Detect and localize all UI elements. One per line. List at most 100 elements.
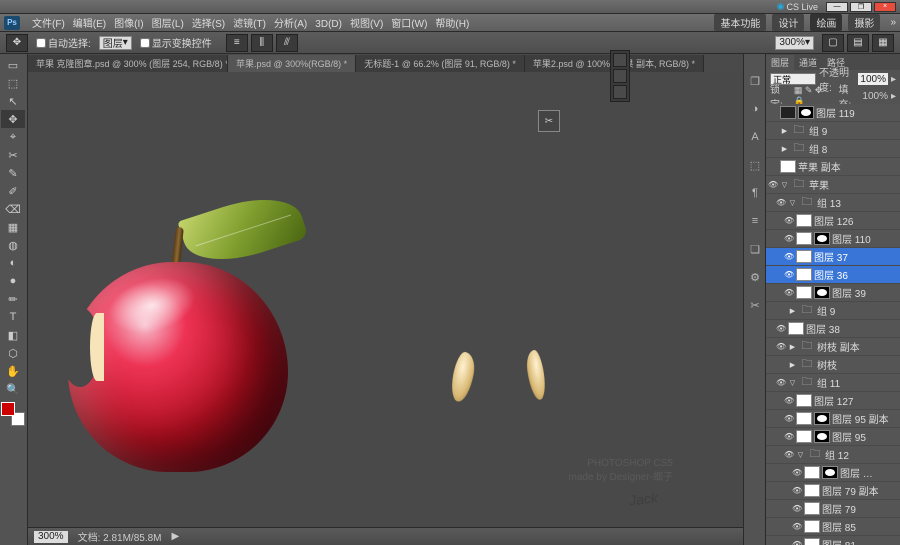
visibility-toggle[interactable]: 👁 (776, 378, 786, 387)
panel-tab[interactable]: 通道 (794, 55, 822, 70)
layer-thumbnail[interactable] (796, 412, 812, 425)
mask-thumbnail[interactable] (798, 106, 814, 119)
visibility-toggle[interactable]: 👁 (792, 540, 802, 545)
tool-button[interactable]: ↖ (1, 92, 25, 110)
layer-name[interactable]: 苹果 (809, 177, 829, 192)
align-icon[interactable]: ⫻ (276, 34, 298, 52)
layer-name[interactable]: 组 9 (817, 303, 835, 318)
menu-item[interactable]: 分析(A) (270, 18, 311, 31)
layer-name[interactable]: 图层 81 (822, 537, 856, 545)
layer-name[interactable]: 图层 126 (814, 213, 853, 228)
panel-tab[interactable]: 图层 (766, 55, 794, 70)
layer-name[interactable]: 组 13 (817, 195, 841, 210)
layer-row[interactable]: 👁图层 37 (766, 248, 900, 266)
layer-row[interactable]: 👁 图层 126 (766, 212, 900, 230)
layer-name[interactable]: 组 12 (825, 447, 849, 462)
workspace-tab[interactable]: 基本功能 (714, 14, 766, 31)
layer-name[interactable]: 组 9 (809, 123, 827, 138)
align-icon[interactable]: ⫼ (251, 34, 273, 52)
disclosure-icon[interactable]: ▶ (780, 127, 789, 135)
layer-row[interactable]: 👁图层 127 (766, 392, 900, 410)
layer-name[interactable]: 图层 79 (822, 501, 856, 516)
layer-thumbnail[interactable] (796, 214, 812, 227)
layer-group[interactable]: ▶🗀组 9 (766, 122, 900, 140)
show-transform-checkbox[interactable]: 显示变换控件 (140, 35, 212, 50)
layer-row[interactable]: 👁 图层 110 (766, 230, 900, 248)
hud-icon[interactable] (613, 69, 627, 83)
menu-item[interactable]: 窗口(W) (387, 18, 431, 31)
zoom-dropdown[interactable]: 300% ▾ (775, 36, 814, 50)
layer-thumbnail[interactable] (796, 268, 812, 281)
layer-row[interactable]: 图层 119 (766, 104, 900, 122)
visibility-toggle[interactable]: 👁 (776, 324, 786, 333)
layer-name[interactable]: 图层 110 (832, 231, 871, 246)
layer-name[interactable]: 图层 36 (814, 267, 848, 282)
mask-thumbnail[interactable] (822, 466, 838, 479)
layer-row[interactable]: 👁图层 95 (766, 428, 900, 446)
visibility-toggle[interactable]: 👁 (768, 180, 778, 189)
layer-name[interactable]: 树枝 副本 (817, 339, 860, 354)
disclosure-icon[interactable]: ▶ (788, 361, 797, 369)
visibility-toggle[interactable]: 👁 (784, 414, 794, 423)
layer-group[interactable]: 👁▽🗀组 11 (766, 374, 900, 392)
layer-thumbnail[interactable] (780, 106, 796, 119)
layer-group[interactable]: ▶🗀组 9 (766, 302, 900, 320)
layer-thumbnail[interactable] (796, 250, 812, 263)
document-tab[interactable]: 无标题-1 @ 66.2% (图层 91, RGB/8) * (356, 55, 525, 72)
layer-thumbnail[interactable] (804, 520, 820, 533)
layer-row[interactable]: 👁图层 38 (766, 320, 900, 338)
layer-name[interactable]: 图层 119 (816, 105, 855, 120)
layer-row[interactable]: 👁图层 … (766, 464, 900, 482)
layer-row[interactable]: 👁 图层 36 (766, 266, 900, 284)
visibility-toggle[interactable]: 👁 (784, 234, 794, 243)
layer-group[interactable]: ▶🗀树枝 (766, 356, 900, 374)
view-icon[interactable]: ▢ (822, 34, 844, 52)
tool-button[interactable]: ⬚ (1, 74, 25, 92)
workspace-tab[interactable]: 绘画 (810, 14, 842, 31)
visibility-toggle[interactable]: 👁 (784, 450, 794, 459)
layer-group[interactable]: 👁▽🗀组 12 (766, 446, 900, 464)
layer-name[interactable]: 树枝 (817, 357, 837, 372)
visibility-toggle[interactable]: 👁 (792, 486, 802, 495)
menu-item[interactable]: 滤镜(T) (229, 18, 270, 31)
layer-row[interactable]: 👁 图层 81 (766, 536, 900, 545)
tool-button[interactable]: ✐ (1, 182, 25, 200)
disclosure-icon[interactable]: ▽ (788, 379, 797, 387)
layer-thumbnail[interactable] (780, 160, 796, 173)
menu-item[interactable]: 视图(V) (346, 18, 387, 31)
layer-thumbnail[interactable] (804, 538, 820, 545)
layer-name[interactable]: 图层 95 (832, 429, 866, 444)
layer-name[interactable]: 图层 39 (832, 285, 866, 300)
tool-button[interactable]: 🔍 (1, 380, 25, 398)
tool-button[interactable]: ⌖ (1, 128, 25, 146)
opacity-field[interactable]: 100% (858, 73, 888, 85)
mask-thumbnail[interactable] (814, 286, 830, 299)
layer-thumbnail[interactable] (804, 502, 820, 515)
tool-button[interactable]: ✏ (1, 290, 25, 308)
layer-thumbnail[interactable] (796, 430, 812, 443)
visibility-toggle[interactable]: 👁 (776, 342, 786, 351)
tool-button[interactable]: ✥ (1, 110, 25, 128)
panel-icon[interactable]: ⬚ (746, 156, 764, 174)
layer-row[interactable]: 👁图层 85 (766, 518, 900, 536)
visibility-toggle[interactable]: 👁 (784, 270, 794, 279)
disclosure-icon[interactable]: ▶ (788, 343, 797, 351)
crop-hint-icon[interactable]: ✂ (538, 110, 560, 132)
view-icon[interactable]: ▤ (847, 34, 869, 52)
layer-thumbnail[interactable] (796, 394, 812, 407)
layer-row[interactable]: 👁图层 79 (766, 500, 900, 518)
menu-item[interactable]: 3D(D) (311, 18, 346, 31)
tool-button[interactable]: ● (1, 272, 25, 290)
layer-name[interactable]: 图层 85 (822, 519, 856, 534)
visibility-toggle[interactable]: 👁 (776, 198, 786, 207)
layer-row[interactable]: 👁图层 79 副本 (766, 482, 900, 500)
tool-button[interactable]: ◐ (1, 254, 25, 272)
fill-field[interactable]: 100% (862, 91, 888, 102)
tool-button[interactable]: ⌫ (1, 200, 25, 218)
visibility-toggle[interactable]: 👁 (784, 216, 794, 225)
menu-item[interactable]: 帮助(H) (431, 18, 473, 31)
tool-button[interactable]: ⬡ (1, 344, 25, 362)
menu-item[interactable]: 编辑(E) (69, 18, 110, 31)
menu-item[interactable]: 文件(F) (28, 18, 69, 31)
zoom-field[interactable]: 300% (34, 531, 68, 543)
